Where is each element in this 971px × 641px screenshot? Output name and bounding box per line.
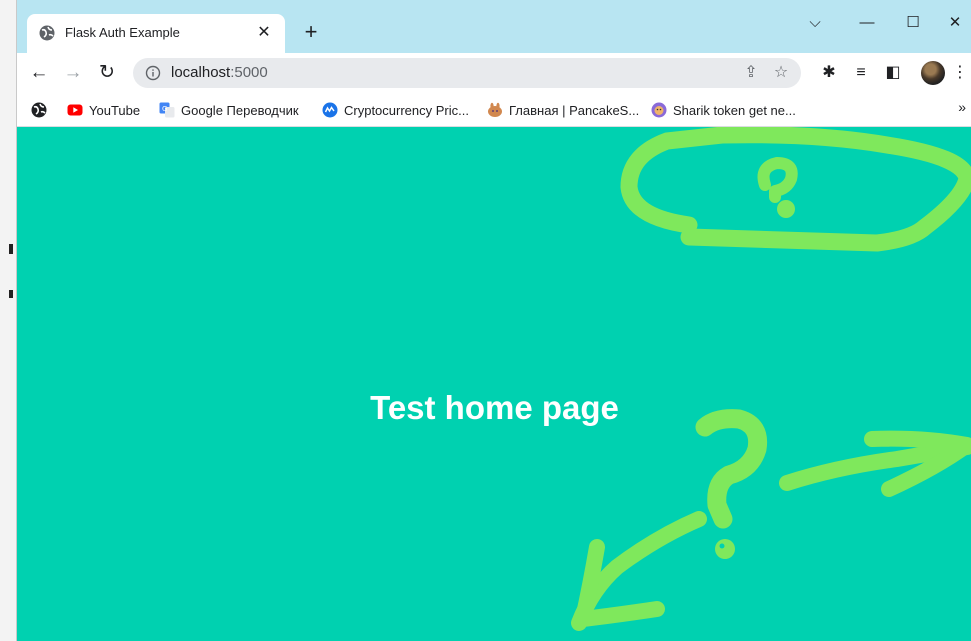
bookmark-label: Google Переводчик: [181, 102, 299, 118]
hand-drawn-annotations: [571, 127, 971, 631]
annotation-big-question-mark: [695, 409, 768, 529]
profile-avatar[interactable]: [921, 61, 945, 85]
desktop-glyph: [9, 244, 13, 254]
sharik-token-icon: [651, 102, 667, 118]
tab-close-icon[interactable]: ✕: [253, 22, 275, 44]
annotation-loop: [620, 127, 971, 252]
bookmark-star-icon[interactable]: ☆: [771, 63, 791, 83]
youtube-icon: [67, 104, 83, 116]
annotation-big-question-dot: [715, 539, 735, 559]
menu-icon[interactable]: ⋮: [951, 61, 969, 85]
maximize-button[interactable]: ☐: [893, 10, 933, 36]
media-controls-icon[interactable]: ≡: [849, 61, 873, 85]
bookmarks-bar: YouTube G Google Переводчик Cryptocurren…: [17, 93, 971, 127]
bookmark-cryptocurrency-prices[interactable]: Cryptocurrency Pric...: [322, 100, 469, 120]
page-heading: Test home page: [370, 389, 619, 426]
svg-text:G: G: [162, 105, 167, 113]
bookmark-google-translate[interactable]: G Google Переводчик: [159, 100, 299, 120]
forward-button[interactable]: →: [59, 59, 87, 87]
google-translate-icon: G: [159, 102, 175, 118]
bookmark-label: Sharik token get ne...: [673, 102, 796, 118]
tab-title: Flask Auth Example: [65, 25, 180, 40]
bookmark-label: Cryptocurrency Pric...: [344, 102, 469, 118]
new-tab-button[interactable]: +: [299, 20, 323, 44]
bookmark-youtube[interactable]: YouTube: [67, 100, 140, 120]
reload-button[interactable]: ↻: [93, 59, 121, 87]
annotation-small-question-mark: [757, 157, 798, 203]
coinmarketcap-icon: [322, 102, 338, 118]
extensions-icon[interactable]: ✱: [817, 61, 841, 85]
side-panel-icon[interactable]: ◧: [881, 61, 905, 85]
bookmarks-overflow-button[interactable]: »: [958, 99, 966, 115]
url-port: :5000: [230, 64, 268, 81]
address-bar[interactable]: localhost:5000 ⇪ ☆: [133, 58, 801, 88]
annotation-small-question-dot: [777, 200, 795, 218]
back-button[interactable]: ←: [25, 59, 53, 87]
page-content: Test home page: [17, 127, 971, 641]
bookmark-label: YouTube: [89, 102, 141, 118]
tab-flask-auth-example[interactable]: Flask Auth Example ✕: [27, 14, 285, 53]
browser-window: Flask Auth Example ✕ + ⌵ — ☐ ✕ ← → ↻ loc…: [16, 0, 971, 641]
minimize-button[interactable]: —: [847, 10, 887, 36]
apps-globe-icon[interactable]: [31, 102, 47, 118]
close-window-button[interactable]: ✕: [935, 10, 971, 36]
info-icon[interactable]: [145, 65, 161, 81]
tab-strip: Flask Auth Example ✕ + ⌵ — ☐ ✕: [17, 0, 971, 53]
desktop-glyph: [9, 290, 13, 298]
globe-icon: [39, 25, 55, 41]
url-text[interactable]: localhost:5000: [171, 64, 268, 81]
desktop-background-edge: [0, 0, 16, 641]
bookmark-label: Главная | PancakeS...: [509, 102, 640, 118]
pancakeswap-icon: [488, 102, 502, 117]
browser-toolbar: ← → ↻ localhost:5000 ⇪ ☆ ✱ ≡ ◧ ⋮: [17, 53, 971, 93]
tab-search-button[interactable]: ⌵: [795, 10, 835, 36]
share-icon[interactable]: ⇪: [741, 63, 761, 83]
bookmark-pancakeswap[interactable]: Главная | PancakeS...: [487, 100, 639, 120]
bookmark-sharik-token[interactable]: Sharik token get ne...: [651, 100, 796, 120]
url-host: localhost: [171, 64, 231, 81]
